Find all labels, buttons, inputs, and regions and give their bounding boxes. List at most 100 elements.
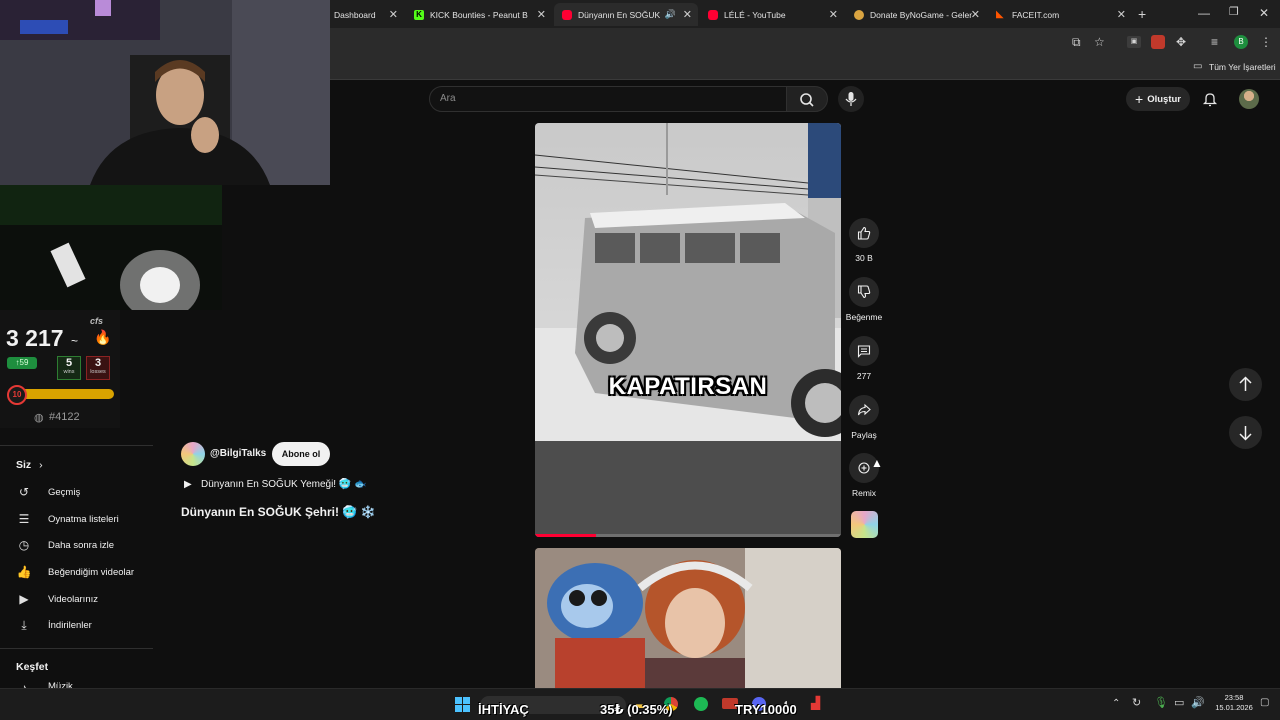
rank-value: #4122 (49, 411, 80, 423)
plus-icon: + (1135, 91, 1144, 107)
close-icon[interactable]: ✕ (683, 8, 692, 21)
thumbs-down-icon (857, 285, 871, 299)
subscribe-button[interactable]: Abone ol (272, 442, 330, 466)
like-button[interactable] (849, 218, 879, 248)
clock-date: 15.01.2026 (1215, 703, 1253, 712)
speaker-icon[interactable]: 🔊 (665, 9, 676, 20)
bynogame-icon (854, 9, 864, 20)
tab-title: KICK Bounties - Peanut Butt (430, 9, 528, 20)
sidebar-item-label: Beğendiğim videolar (48, 566, 135, 578)
kebab-menu-icon[interactable]: ⋮ (1260, 36, 1272, 48)
volume-icon[interactable]: 🔊 (1191, 698, 1205, 709)
sidebar-item-label: İndirilenler (48, 619, 92, 631)
wins-box: 5 wins (57, 356, 81, 380)
explore-label: Keşfet (16, 661, 49, 673)
streamer-webcam (0, 0, 330, 185)
sidebar-item-watch-later[interactable]: ◷ Daha sonra izle (16, 535, 114, 555)
extensions-puzzle-icon[interactable]: ✥ (1176, 36, 1186, 48)
next-short-preview[interactable] (535, 548, 841, 688)
comments-button[interactable] (849, 336, 879, 366)
losses-label: losses (90, 369, 106, 375)
progress-track[interactable] (535, 534, 841, 537)
wins-label: wins (63, 369, 75, 375)
window-close-icon[interactable]: ✕ (1259, 7, 1269, 19)
video-frame-snowy-car (535, 123, 841, 537)
bookmark-star-icon[interactable]: ☆ (1094, 36, 1105, 48)
brand-label: cfs (90, 316, 104, 326)
tab-youtube-short[interactable]: Dünyanın En SOĞUK Şe 🔊 ✕ (554, 3, 698, 26)
tab-lele-youtube[interactable]: LÉLÉ - YouTube ✕ (700, 3, 844, 26)
close-icon[interactable]: ✕ (537, 8, 546, 21)
voice-search-button[interactable] (838, 86, 864, 112)
sync-icon[interactable]: ↻ (1132, 698, 1141, 709)
network-icon[interactable]: ▭ (1174, 698, 1184, 709)
mouse-cursor-icon: ▲ (871, 456, 883, 470)
minimize-icon[interactable]: — (1198, 7, 1210, 19)
webcam-frame (0, 0, 330, 185)
profile-avatar[interactable]: B (1234, 35, 1248, 49)
tab-kick-bounties[interactable]: K KICK Bounties - Peanut Butt ✕ (406, 3, 552, 26)
chevron-right-icon: › (39, 459, 43, 471)
sidebar-item-label: Daha sonra izle (48, 539, 115, 551)
clock[interactable]: 23:58 15.01.2026 (1214, 693, 1254, 713)
tray-chevron-icon[interactable]: ⌃ (1112, 699, 1120, 709)
tab-title: LÉLÉ - YouTube (724, 9, 786, 20)
close-icon[interactable]: ✕ (829, 8, 838, 21)
search-input[interactable]: Ara (429, 86, 787, 112)
close-icon[interactable]: ✕ (389, 8, 398, 21)
share-button[interactable] (849, 395, 879, 425)
faceit-icon: ◣ (996, 8, 1004, 20)
progress-fill (535, 534, 597, 537)
next-short-thumbnail (535, 548, 841, 688)
tab-faceit[interactable]: ◣ FACEIT.com ✕ (988, 3, 1132, 26)
arrow-up-icon (1239, 376, 1252, 391)
clock-icon: ◷ (18, 538, 30, 552)
tab-donate-bynogame[interactable]: Donate ByNoGame - Gelen ✕ (846, 3, 986, 26)
remix-icon (858, 462, 870, 474)
close-icon[interactable]: ✕ (1117, 8, 1126, 21)
channel-avatar[interactable] (181, 442, 205, 466)
mic-tray-icon[interactable]: 🎙 (1154, 698, 1168, 709)
notifications-button[interactable] (1202, 91, 1218, 112)
windows-start-icon[interactable] (455, 697, 470, 712)
tab-title: Donate ByNoGame - Gelen (870, 9, 972, 20)
wins-value: 5 (65, 357, 73, 369)
sidebar-item-history[interactable]: ↺ Geçmiş (16, 482, 80, 502)
app-icon[interactable]: ▟ (811, 697, 820, 709)
all-bookmarks-link[interactable]: Tüm Yer İşaretleri (1209, 62, 1276, 72)
sidebar-item-downloads[interactable]: ⤓ İndirilenler (16, 615, 92, 635)
playlist-title-link[interactable]: Dünyanın En SOĞUK Yemeği! 🥶 🐟 (201, 479, 367, 490)
ticker-currency: TRY10000 (735, 702, 797, 717)
media-control-icon[interactable]: ≡ (1211, 36, 1218, 48)
previous-short-button[interactable] (1229, 368, 1262, 401)
close-icon[interactable]: ✕ (971, 8, 980, 21)
kick-icon: K (414, 9, 424, 20)
faceit-stats-overlay: cfs 3 217 ~ 🔥 ↑59 5 wins 3 losses 10 ◍ #… (0, 310, 120, 428)
short-video-player[interactable]: KAPATIRSAN (535, 123, 841, 537)
sidebar-item-your-videos[interactable]: ▶ Videolarınız (16, 589, 98, 609)
channel-name[interactable]: @BilgiTalks (210, 448, 266, 459)
install-app-icon[interactable]: ⧉ (1072, 36, 1081, 48)
search-icon (800, 93, 814, 107)
tab-title: Dünyanın En SOĞUK Şe (578, 9, 660, 20)
extension-badge-icon[interactable] (1151, 35, 1165, 49)
sidebar-item-liked-videos[interactable]: 👍 Beğendiğim videolar (16, 562, 135, 582)
ticker-value: 35₺ (0.35%) (600, 702, 673, 717)
new-tab-icon[interactable]: + (1138, 7, 1146, 21)
room-camera-overlay (0, 185, 222, 310)
spotify-icon[interactable] (694, 697, 708, 711)
notification-center-icon[interactable]: ▢ (1260, 698, 1269, 708)
restore-icon[interactable]: ❐ (1229, 7, 1239, 18)
search-button[interactable] (786, 86, 828, 112)
sidebar-item-playlists[interactable]: ☰ Oynatma listeleri (16, 509, 119, 529)
sidebar-section-you[interactable]: Siz › (16, 455, 43, 475)
extension-icon[interactable]: ▣ (1127, 36, 1141, 48)
tab-dashboard[interactable]: Dashboard ✕ (326, 3, 404, 26)
account-avatar[interactable] (1239, 89, 1259, 109)
channel-thumbnail[interactable] (851, 511, 878, 538)
fire-icon: 🔥 (94, 329, 112, 345)
create-button[interactable]: + Oluştur (1126, 87, 1190, 111)
dislike-button[interactable] (849, 277, 879, 307)
next-short-button[interactable] (1229, 416, 1262, 449)
arrow-down-icon (1239, 426, 1252, 441)
